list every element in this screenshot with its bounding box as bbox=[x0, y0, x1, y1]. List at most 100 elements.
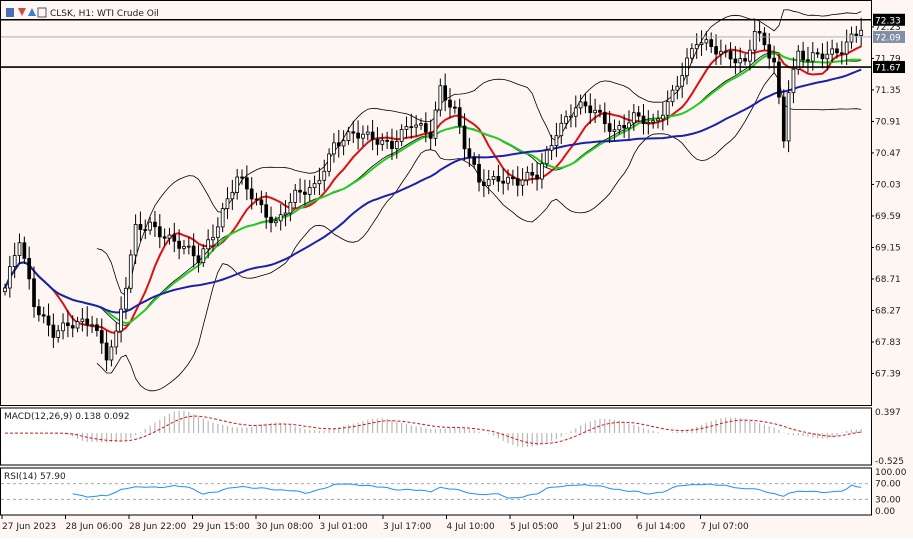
candle-body bbox=[153, 221, 157, 228]
rsi-axis-tick-label: 70.00 bbox=[875, 480, 901, 490]
candle-body bbox=[593, 109, 597, 114]
candle-body bbox=[61, 322, 65, 332]
candle-body bbox=[182, 246, 186, 249]
candle-body bbox=[467, 148, 472, 158]
candle-body bbox=[525, 171, 530, 181]
price-axis-tick-label: 71.79 bbox=[875, 54, 901, 64]
candle-body bbox=[781, 96, 786, 142]
candle-body bbox=[728, 50, 733, 60]
candle-body bbox=[80, 318, 85, 322]
candle-body bbox=[815, 52, 820, 55]
candle-body bbox=[854, 33, 859, 36]
candle-body bbox=[830, 48, 834, 55]
candle-body bbox=[99, 330, 104, 344]
candle-body bbox=[3, 287, 7, 292]
candle-body bbox=[70, 325, 75, 329]
macd-axis-tick-label: 0.397 bbox=[875, 408, 901, 418]
candle-body bbox=[114, 330, 119, 348]
candle-body bbox=[762, 32, 767, 46]
rsi-label: RSI(14) 57.90 bbox=[4, 472, 66, 482]
candle-body bbox=[423, 123, 428, 133]
candle-body bbox=[825, 53, 830, 60]
candle-body bbox=[496, 176, 501, 182]
candle-body bbox=[530, 171, 535, 176]
candle-body bbox=[583, 101, 588, 107]
candle-body bbox=[520, 179, 525, 186]
candle-body bbox=[598, 109, 602, 113]
candle-body bbox=[733, 58, 738, 64]
candle-body bbox=[791, 68, 796, 94]
candle-body bbox=[66, 322, 70, 327]
candle-body bbox=[482, 181, 486, 186]
candle-body bbox=[419, 123, 423, 126]
candle-body bbox=[317, 179, 322, 185]
candle-body bbox=[665, 101, 670, 116]
candle-body bbox=[37, 306, 41, 316]
candle-body bbox=[230, 191, 235, 200]
candle-body bbox=[617, 125, 622, 131]
candle-body bbox=[394, 141, 399, 150]
time-axis-tick-label: 4 Jul 10:00 bbox=[447, 522, 496, 532]
menu-icon[interactable] bbox=[6, 8, 14, 17]
candle-body bbox=[201, 248, 206, 264]
candle-body bbox=[699, 42, 704, 45]
candle-body bbox=[17, 242, 22, 256]
candle-body bbox=[709, 39, 714, 47]
candle-body bbox=[143, 229, 148, 231]
candle-body bbox=[636, 112, 641, 117]
price-axis-tick-label: 67.39 bbox=[875, 369, 901, 379]
candle-body bbox=[346, 131, 351, 141]
candle-body bbox=[46, 315, 51, 326]
price-tag-label: 72.09 bbox=[875, 33, 901, 43]
candle-body bbox=[438, 85, 443, 111]
candle-body bbox=[772, 57, 776, 63]
candle-body bbox=[27, 258, 32, 280]
time-axis-tick-label: 3 Jul 17:00 bbox=[383, 522, 432, 532]
candle[interactable] bbox=[128, 249, 133, 293]
time-axis-tick-label: 30 Jun 08:00 bbox=[256, 522, 313, 532]
candle-body bbox=[341, 140, 346, 147]
candle-body bbox=[743, 58, 747, 62]
candle-body bbox=[714, 46, 718, 55]
candle-body bbox=[90, 324, 94, 327]
candle-body bbox=[196, 255, 201, 264]
candle-body bbox=[336, 142, 341, 147]
candle-body bbox=[133, 224, 138, 256]
candle-body bbox=[511, 176, 515, 180]
candle-body bbox=[215, 226, 220, 238]
candle-body bbox=[801, 50, 805, 61]
candle-body bbox=[660, 114, 665, 120]
candle-body bbox=[670, 89, 675, 103]
time-axis-tick-label: 5 Jul 21:00 bbox=[574, 522, 623, 532]
candle-body bbox=[462, 125, 467, 150]
time-axis-tick-label: 6 Jul 14:00 bbox=[637, 522, 686, 532]
candle-body bbox=[259, 199, 264, 206]
candle-body bbox=[535, 174, 539, 180]
candle-body bbox=[409, 126, 414, 129]
candle-body bbox=[327, 153, 331, 172]
candle-body bbox=[849, 33, 854, 43]
candle-body bbox=[370, 131, 375, 140]
candle-body bbox=[380, 139, 385, 145]
candle-body bbox=[433, 109, 438, 139]
candle-body bbox=[472, 156, 477, 165]
time-axis-tick-label: 29 Jun 15:00 bbox=[193, 522, 250, 532]
candle-body bbox=[22, 242, 27, 259]
price-axis-tick-label: 70.03 bbox=[875, 180, 901, 190]
candle-body bbox=[501, 180, 506, 184]
candle-body bbox=[641, 115, 646, 124]
candle-body bbox=[651, 120, 656, 123]
candle-body bbox=[225, 198, 230, 210]
candle-body bbox=[723, 50, 728, 53]
candle-body bbox=[390, 140, 394, 150]
candle-body bbox=[573, 107, 578, 117]
candle-body bbox=[274, 220, 278, 224]
candle[interactable] bbox=[777, 54, 781, 105]
candle-body bbox=[554, 135, 559, 146]
price-axis-tick-label: 67.83 bbox=[875, 338, 901, 348]
candle-body bbox=[191, 245, 196, 257]
candle-body bbox=[75, 321, 80, 329]
candle[interactable] bbox=[781, 89, 786, 148]
candle-body bbox=[85, 318, 90, 326]
candle-body bbox=[752, 31, 757, 51]
